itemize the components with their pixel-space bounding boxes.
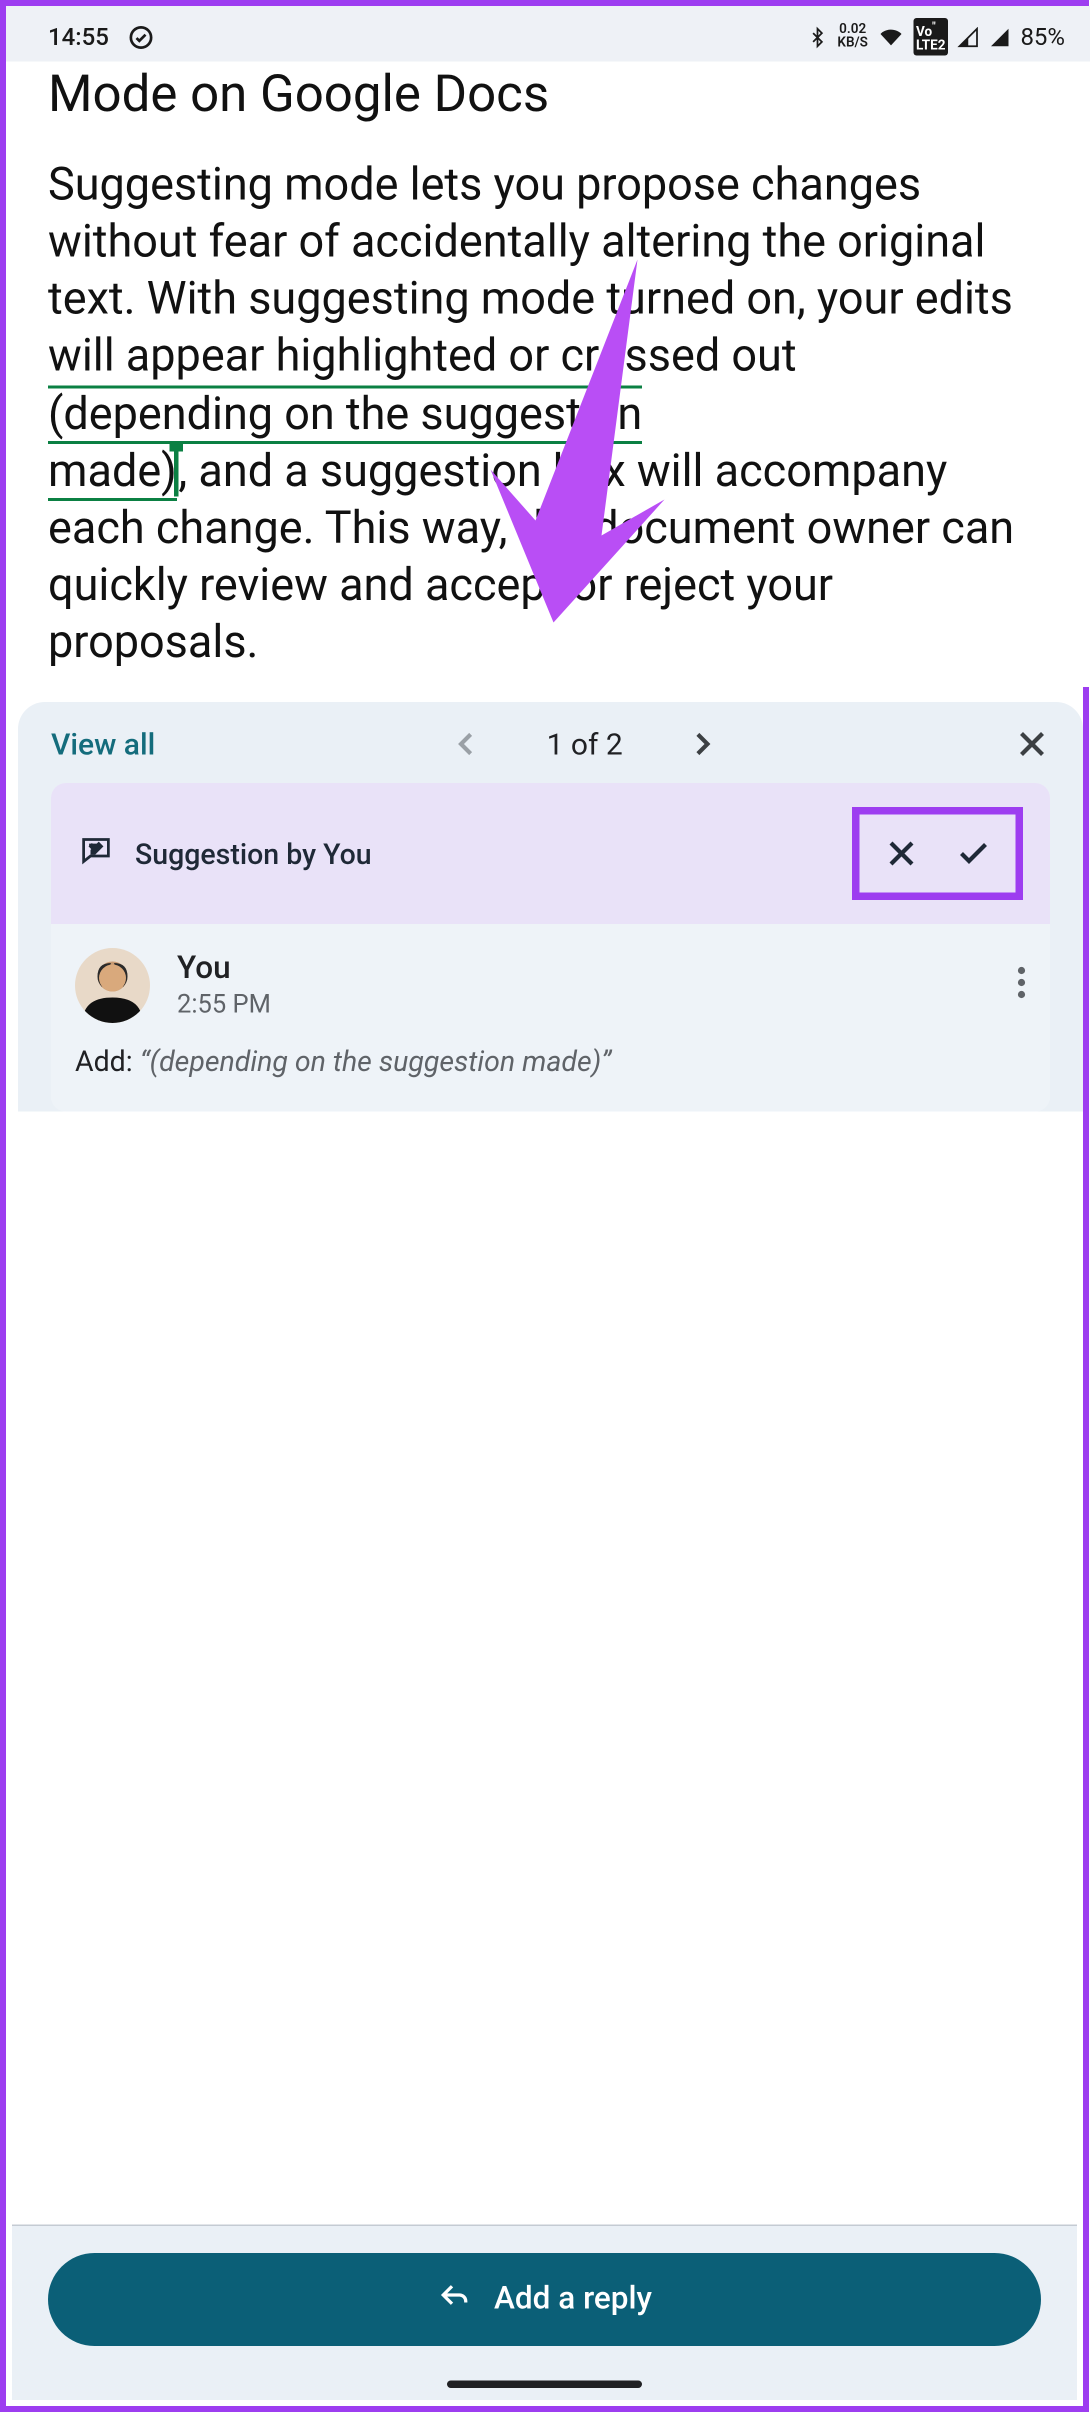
add-reply-button[interactable]: Add a reply — [48, 2253, 1041, 2346]
suggestion-icon — [78, 834, 114, 873]
volte-icon: Vo"LTE2 — [913, 18, 949, 56]
comment-timestamp: 2:55 PM — [177, 990, 990, 1020]
suggestion-card: Suggestion by You — [51, 783, 1050, 1112]
accept-suggestion-button[interactable] — [941, 824, 1007, 884]
signal-icon-2 — [989, 26, 1012, 47]
suggested-text-line1: (depending on the suggestion — [48, 388, 642, 444]
reply-arrow-icon — [437, 2280, 473, 2319]
reply-bar: Add a reply — [12, 2225, 1077, 2401]
battery-percent: 85% — [1020, 23, 1065, 52]
add-reply-label: Add a reply — [494, 2282, 652, 2318]
next-suggestion-button[interactable] — [686, 728, 719, 761]
checkmark-circle-icon — [127, 23, 154, 50]
suggestion-counter: 1 of 2 — [547, 726, 623, 762]
suggestion-quoted-text: “(depending on the suggestion made)” — [140, 1044, 612, 1079]
home-indicator[interactable] — [447, 2381, 642, 2389]
text-caret — [174, 451, 179, 496]
accept-reject-highlight — [852, 807, 1023, 900]
comment-author: You — [177, 951, 990, 987]
view-all-button[interactable]: View all — [51, 726, 155, 762]
wifi-icon — [877, 26, 904, 47]
status-bar: 14:55 0.02 KB/S Vo"LTE2 85% — [6, 6, 1090, 62]
doc-heading: Mode on Google Docs — [48, 62, 1053, 128]
close-panel-button[interactable] — [1014, 726, 1050, 762]
prev-suggestion-button[interactable] — [451, 728, 484, 761]
suggested-text-line2: made) — [48, 445, 177, 501]
signal-icon — [957, 26, 980, 47]
data-speed-indicator: 0.02 KB/S — [837, 23, 868, 50]
suggestion-action-label: Add: — [75, 1044, 140, 1079]
body-text-before: Suggesting mode lets you propose changes… — [48, 159, 1013, 383]
bluetooth-icon — [807, 23, 828, 50]
body-text-after: , and a suggestion box will accompany ea… — [48, 445, 1014, 669]
status-time: 14:55 — [48, 23, 109, 52]
document-content[interactable]: Mode on Google Docs Suggesting mode lets… — [6, 62, 1090, 688]
more-options-button[interactable] — [1017, 966, 1026, 1005]
suggestion-card-header: Suggestion by You — [51, 783, 1050, 924]
suggestion-card-title: Suggestion by You — [135, 836, 831, 871]
reject-suggestion-button[interactable] — [869, 824, 935, 884]
avatar — [75, 948, 150, 1023]
suggestion-card-body: You 2:55 PM Add: “(depending on the sugg… — [51, 924, 1050, 1112]
doc-body-paragraph[interactable]: Suggesting mode lets you propose changes… — [48, 158, 1053, 672]
panel-header: View all 1 of 2 — [18, 702, 1083, 783]
suggestion-description: Add: “(depending on the suggestion made)… — [75, 1044, 1026, 1079]
suggestion-panel: View all 1 of 2 Suggestion by You — [18, 702, 1083, 1112]
